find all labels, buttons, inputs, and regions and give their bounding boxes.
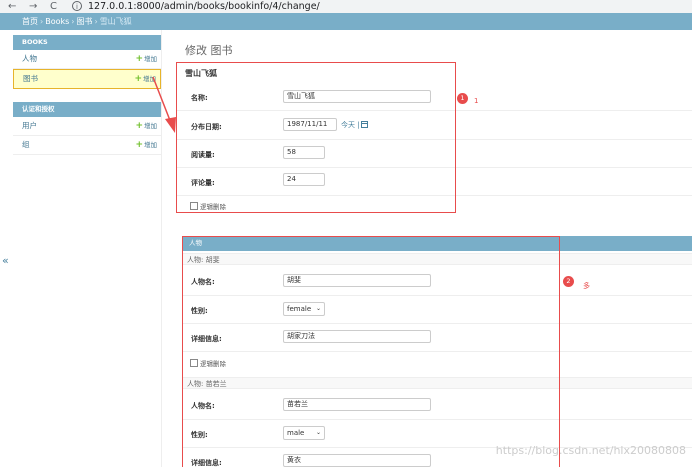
detail-label: 详细信息: (191, 335, 222, 343)
sidebar-item-label[interactable]: 人物 (22, 54, 37, 63)
annotation-text-1: 1 (474, 97, 479, 105)
detail-input[interactable]: 胡家刀法 (283, 330, 431, 343)
breadcrumb-sep: › (94, 17, 98, 26)
chevron-down-icon: ⌄ (315, 305, 321, 312)
comment-count-input[interactable]: 24 (283, 173, 325, 186)
form-row-delete: 逻辑删除 (176, 196, 692, 214)
address-bar[interactable]: 127.0.0.1:8000/admin/books/bookinfo/4/ch… (88, 0, 320, 13)
name-label: 名称: (191, 94, 208, 102)
breadcrumb-sep: › (71, 17, 75, 26)
add-icon: + (135, 140, 143, 150)
person-name-label: 人物名: (191, 402, 215, 410)
add-icon: + (135, 54, 143, 64)
sidebar-item-groups[interactable]: 组 +增加 (13, 136, 161, 155)
read-count-input[interactable]: 58 (283, 146, 325, 159)
detail-input[interactable]: 黄衣 (283, 454, 431, 467)
browser-toolbar: ← → C i 127.0.0.1:8000/admin/books/booki… (0, 0, 692, 13)
person-name-input[interactable]: 苗若兰 (283, 398, 431, 411)
breadcrumb-home[interactable]: 首页 (22, 17, 38, 26)
person-name-label: 人物名: (191, 278, 215, 286)
annotation-badge-1: 1 (457, 93, 468, 104)
gender-select[interactable]: male ⌄ (283, 426, 325, 440)
inline-entry-title: 人物: 苗若兰 (182, 377, 692, 389)
inline-delete-label: 逻辑删除 (200, 360, 226, 368)
object-title: 雪山飞狐 (185, 69, 217, 78)
inline-row-delete: 逻辑删除 (182, 352, 692, 372)
pub-date-label: 分布日期: (191, 123, 222, 131)
sidebar-item-users[interactable]: 用户 +增加 (13, 117, 161, 136)
is-delete-label: 逻辑删除 (200, 203, 226, 211)
forward-icon[interactable]: → (29, 0, 37, 13)
add-icon: + (134, 74, 142, 84)
site-info-icon[interactable]: i (72, 1, 82, 11)
gender-label: 性别: (191, 307, 208, 315)
breadcrumb-model[interactable]: 图书 (76, 17, 92, 26)
form-row-pub-date: 分布日期: 1987/11/11 今天 | (176, 111, 692, 140)
page-title: 修改 图书 (185, 44, 233, 57)
pub-date-input[interactable]: 1987/11/11 (283, 118, 337, 131)
comment-count-label: 评论量: (191, 179, 215, 187)
person-name-input[interactable]: 胡斐 (283, 274, 431, 287)
inline-delete-checkbox[interactable] (190, 359, 198, 367)
nav-sidebar: BOOKS 人物 +增加 图书 +增加 认证和授权 用户 +增加 组 +增加 (13, 30, 162, 467)
form-row-comment: 评论量: 24 (176, 168, 692, 196)
calendar-icon[interactable] (361, 121, 368, 128)
inline-row-name: 人物名: 胡斐 (182, 266, 692, 296)
annotation-text-2: 多 (583, 282, 590, 290)
is-delete-checkbox[interactable] (190, 202, 198, 210)
breadcrumb-bar: 首页 › Books › 图书 › 雪山飞狐 (0, 13, 692, 30)
module-caption-auth[interactable]: 认证和授权 (13, 102, 161, 117)
annotation-badge-2: 2 (563, 276, 574, 287)
today-link[interactable]: 今天 | (341, 120, 360, 130)
gender-select[interactable]: female ⌄ (283, 302, 325, 316)
inline-row-name: 人物名: 苗若兰 (182, 390, 692, 420)
module-caption-books[interactable]: BOOKS (13, 35, 161, 50)
add-icon: + (135, 121, 143, 131)
inline-caption: 人物 (182, 236, 692, 251)
sidebar-item-label[interactable]: 用户 (22, 121, 37, 130)
read-count-label: 阅读量: (191, 151, 215, 159)
breadcrumb-sep: › (40, 17, 44, 26)
inline-entry-title: 人物: 胡斐 (182, 253, 692, 265)
module-books: BOOKS 人物 +增加 图书 +增加 (13, 35, 161, 89)
inline-row-detail: 详细信息: 胡家刀法 (182, 324, 692, 352)
sidebar-item-people[interactable]: 人物 +增加 (13, 50, 161, 69)
form-row-read: 阅读量: 58 (176, 140, 692, 168)
inline-row-gender: 性别: female ⌄ (182, 296, 692, 324)
back-icon[interactable]: ← (8, 0, 16, 13)
breadcrumb: 首页 › Books › 图书 › 雪山飞狐 (22, 13, 132, 30)
module-auth: 认证和授权 用户 +增加 组 +增加 (13, 102, 161, 155)
chevron-down-icon: ⌄ (315, 429, 321, 436)
breadcrumb-current: 雪山飞狐 (99, 17, 132, 26)
add-group-link[interactable]: +增加 (135, 136, 157, 154)
reload-icon[interactable]: C (50, 0, 57, 13)
name-input[interactable]: 雪山飞狐 (283, 90, 431, 103)
watermark: https://blog.csdn.net/hlx20080808 (495, 444, 686, 457)
gender-label: 性别: (191, 431, 208, 439)
sidebar-item-books[interactable]: 图书 +增加 (13, 69, 161, 89)
sidebar-item-label[interactable]: 组 (22, 140, 30, 149)
breadcrumb-app[interactable]: Books (45, 17, 69, 26)
collapse-sidebar-button[interactable]: « (2, 254, 9, 267)
sidebar-item-label[interactable]: 图书 (23, 74, 38, 83)
add-people-link[interactable]: +增加 (135, 50, 157, 68)
form-row-name: 名称: 雪山飞狐 (176, 82, 692, 111)
